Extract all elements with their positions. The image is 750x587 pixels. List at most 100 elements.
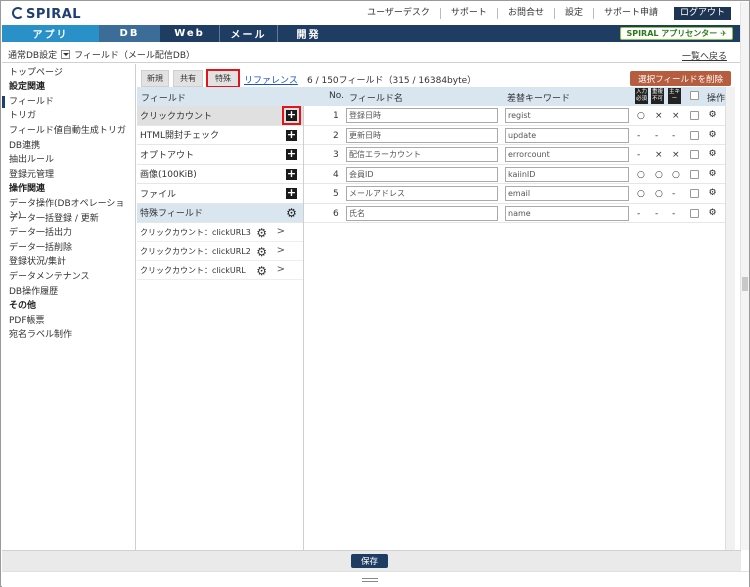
gear-icon[interactable]: ⚙ [707,110,718,121]
gear-icon[interactable]: ⚙ [707,169,718,180]
tab-shared[interactable]: 共有 [173,70,203,87]
contact-link[interactable]: お問合せ [496,8,554,19]
row-checkbox[interactable] [690,189,699,198]
keyword-input[interactable]: update [505,127,629,143]
field-type-image[interactable]: 画像(100KiB) + [137,165,303,184]
add-icon[interactable]: + [286,187,297,199]
row-checkbox[interactable] [690,208,699,218]
main-content: 新規 共有 特殊 リファレンス 6 / 150フィールド（315 / 16384… [137,64,737,550]
keyword-input[interactable]: regist [505,108,629,123]
back-to-list-link[interactable]: 一覧へ戻る [682,49,727,62]
support-link[interactable]: サポート [439,8,497,19]
app-center-button[interactable]: SPIRAL アプリセンター ✈ [620,27,733,40]
field-type-optout[interactable]: オプトアウト + [137,145,303,165]
field-type-html-open[interactable]: HTML開封チェック + [137,126,303,145]
sidebar-item-label[interactable]: 宛名ラベル制作 [2,329,135,341]
gear-icon[interactable]: ⚙ [286,207,297,219]
gear-icon[interactable]: ⚙ [707,208,718,219]
settings-link[interactable]: 設定 [553,8,593,19]
gear-icon[interactable]: ⚙ [707,188,718,199]
table-row: 1 登録日時 regist ○ × × ⚙ [304,106,725,126]
field-type-list: クリックカウント + HTML開封チェック + オプトアウト + 画像(100KiB)… [137,106,303,280]
gear-icon[interactable]: ⚙ [256,226,267,240]
special-field-label: クリックカウント：clickURL [140,265,246,275]
field-type-file[interactable]: ファイル + [137,184,303,204]
gear-icon[interactable]: ⚙ [256,245,267,259]
sidebar-item-extract-rule[interactable]: 抽出ルール [2,154,135,166]
add-icon[interactable]: + [282,106,301,125]
field-name-input[interactable]: 氏名 [346,205,498,221]
column-header: フィールド No. フィールド名 差替キーワード 入力必須 重複不可 主キー 操… [137,87,725,106]
sidebar-item-status[interactable]: 登録状況/集計 [2,256,135,268]
tab-web[interactable]: Web [160,25,219,42]
special-field-item[interactable]: クリックカウント：clickURL2 ⚙ > [137,242,303,261]
scroll-thumb[interactable] [742,277,748,291]
sidebar-item-top[interactable]: トップページ [2,67,135,79]
chevron-right-icon[interactable]: > [277,245,285,256]
tab-special[interactable]: 特殊 [206,69,240,88]
support-request-link[interactable]: サポート申請 [592,8,668,19]
row-checkbox[interactable] [690,111,699,120]
sidebar-item-history[interactable]: DB操作履歴 [2,286,135,298]
sidebar-item-db-operation[interactable]: データ操作(DBオペレーション) [2,198,135,221]
keyword-input[interactable]: kaiinID [505,166,629,182]
save-button[interactable]: 保存 [351,554,388,568]
sidebar-item-auto-trigger[interactable]: フィールド値自動生成トリガ [2,125,135,137]
field-name-input[interactable]: 配信エラーカウント [346,147,498,162]
special-field-item[interactable]: クリックカウント：clickURL ⚙ > [137,261,303,280]
sidebar-item-trigger[interactable]: トリガ [2,110,135,122]
tab-app[interactable]: アプリ [2,25,99,42]
add-icon[interactable]: + [286,168,297,180]
special-header-label: 特殊フィールド [140,209,203,220]
tab-dev[interactable]: 開発 [277,25,339,42]
key-mark: - [672,208,676,219]
window-scrollbar[interactable] [740,2,749,550]
sidebar-item-maintenance[interactable]: データメンテナンス [2,271,135,283]
row-checkbox[interactable] [690,130,699,140]
keyword-input[interactable]: errorcount [505,147,629,162]
sidebar-item-field[interactable]: フィールド [2,95,135,108]
select-all-checkbox[interactable] [690,91,699,100]
reference-link[interactable]: リファレンス [244,73,298,86]
delete-selected-button[interactable]: 選択フィールドを削除 [630,71,731,86]
row-checkbox[interactable] [690,169,699,179]
gear-icon[interactable]: ⚙ [256,264,267,278]
sidebar-item-pdf[interactable]: PDF帳票 [2,315,135,327]
tab-db[interactable]: DB [99,25,160,42]
sidebar-item-bulk-register[interactable]: データ一括登録 / 更新 [2,213,135,225]
gear-icon[interactable]: ⚙ [707,130,718,141]
add-icon[interactable]: + [286,148,297,160]
user-desk-link[interactable]: ユーザーデスク [357,8,440,19]
sidebar-item-bulk-delete[interactable]: データ一括削除 [2,242,135,254]
chevron-right-icon[interactable]: > [277,264,285,275]
keyword-input[interactable]: name [505,205,629,221]
field-name-input[interactable]: 更新日時 [346,127,498,143]
chevron-right-icon[interactable]: > [277,226,285,237]
key-mark: - [672,189,676,199]
col-field: フィールド [141,94,186,104]
db-settings-dropdown-icon[interactable] [61,49,71,59]
sidebar-item-source[interactable]: 登録元管理 [2,169,135,181]
sub-header: 通常DB設定 フィールド（メール配信DB） 一覧へ戻る [2,46,741,63]
keyword-input[interactable]: email [505,186,629,201]
resize-grip[interactable] [2,571,749,587]
tab-mail[interactable]: メール [219,25,277,42]
add-icon[interactable]: + [286,129,297,141]
tab-new[interactable]: 新規 [141,70,169,87]
special-field-item[interactable]: クリックカウント：clickURL3 ⚙ > [137,223,303,242]
spiral-logo[interactable]: SPIRAL [12,7,81,22]
gear-icon[interactable]: ⚙ [707,149,718,160]
sidebar-heading-other: その他 [9,301,37,312]
field-type-click-count[interactable]: クリックカウント + [137,106,303,126]
table-row: 5 メールアドレス email ○ ○ - ⚙ [304,184,725,204]
field-count: 6 / 150フィールド（315 / 16384byte） [307,76,477,86]
field-name-input[interactable]: メールアドレス [346,186,498,201]
field-name-input[interactable]: 登録日時 [346,108,498,123]
sidebar-item-bulk-export[interactable]: データ一括出力 [2,227,135,239]
sidebar-item-db-link[interactable]: DB連携 [2,140,135,152]
key-mark: ○ [672,169,680,180]
row-checkbox[interactable] [690,150,699,159]
logout-button[interactable]: ログアウト [673,7,731,20]
field-name-input[interactable]: 会員ID [346,166,498,182]
table-scrollbar[interactable] [725,87,735,550]
